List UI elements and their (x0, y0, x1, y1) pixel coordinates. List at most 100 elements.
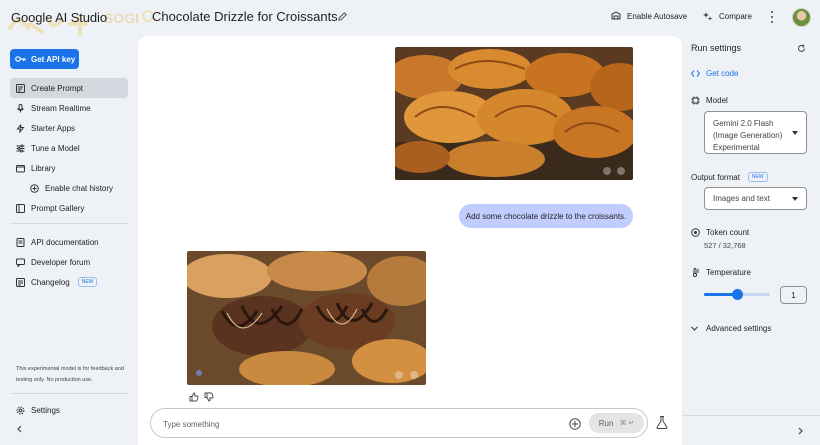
left-sidebar: Get API key Create Prompt Stream Realtim… (0, 36, 138, 445)
sidebar-link-changelog[interactable]: Changelog NEW (10, 272, 128, 292)
model-icon (691, 96, 700, 105)
thumbs-up-icon[interactable] (189, 392, 199, 402)
sidebar-item-label: Settings (31, 405, 60, 415)
gear-icon (16, 406, 25, 414)
advanced-settings-toggle[interactable]: Advanced settings (691, 324, 771, 333)
experimental-disclaimer: This experimental model is for feedback … (16, 366, 124, 383)
temperature-label-text: Temperature (706, 268, 751, 277)
prompt-input-bar: Run ⌘ ↵ (150, 408, 648, 438)
code-icon (691, 70, 700, 77)
edit-title-icon[interactable] (337, 11, 348, 22)
model-label-text: Model (706, 96, 728, 105)
run-settings-title: Run settings (691, 43, 742, 53)
model-value-line-2: (Image Generation) (713, 131, 783, 140)
app-brand[interactable]: Google AI Studio (11, 10, 107, 25)
reset-icon[interactable] (797, 44, 806, 53)
run-settings-panel: Run settings Get code Model Gemini 2.0 F… (682, 36, 820, 445)
sidebar-link-label: Changelog (31, 277, 70, 287)
sidebar-item-label: Create Prompt (31, 83, 84, 93)
run-shortcut: ⌘ ↵ (619, 420, 635, 427)
sidebar-link-developer-forum[interactable]: Developer forum (10, 252, 128, 272)
thumbs-down-icon[interactable] (204, 392, 214, 402)
dropdown-arrow-icon (792, 197, 798, 201)
bolt-icon (16, 123, 25, 133)
sidebar-item-create-prompt[interactable]: Create Prompt (10, 78, 128, 98)
sidebar-link-label: Developer forum (31, 257, 91, 267)
save-icon (611, 11, 621, 20)
sidebar-item-label: Library (31, 163, 56, 173)
new-badge: NEW (77, 277, 98, 287)
library-icon (16, 164, 25, 172)
get-code-label: Get code (706, 69, 739, 78)
compare-label: Compare (719, 11, 752, 21)
sidebar-item-settings[interactable]: Settings (10, 400, 128, 420)
sidebar-item-label: Stream Realtime (31, 103, 91, 113)
generated-croissant-image[interactable] (187, 251, 426, 385)
enable-autosave-button[interactable]: Enable Autosave (611, 11, 687, 21)
output-format-label: Output format NEW (691, 172, 768, 182)
token-count-value: 527 / 32,768 (704, 241, 746, 250)
thermometer-icon (692, 268, 699, 277)
sidebar-item-label: Tune a Model (31, 143, 80, 153)
collapse-panel-icon[interactable] (796, 427, 804, 435)
run-button[interactable]: Run ⌘ ↵ (589, 413, 644, 433)
output-format-value: Images and text (713, 194, 770, 203)
create-prompt-icon (16, 83, 25, 93)
sidebar-link-api-documentation[interactable]: API documentation (10, 232, 128, 252)
top-header: SOGI Google AI Studio Chocolate Drizzle … (0, 0, 820, 36)
sidebar-item-enable-chat-history[interactable]: Enable chat history (24, 178, 128, 198)
dropdown-arrow-icon (792, 131, 798, 135)
sidebar-item-label: Starter Apps (31, 123, 76, 133)
chevron-down-icon (691, 326, 698, 331)
temperature-label: Temperature (691, 268, 751, 277)
uploaded-croissant-image[interactable] (395, 47, 633, 180)
user-message-text: Add some chocolate drizzle to the croiss… (465, 211, 627, 221)
more-options-icon[interactable] (767, 11, 777, 23)
chat-panel: Add some chocolate drizzle to the croiss… (138, 36, 682, 445)
panel-divider (682, 415, 820, 416)
temperature-slider[interactable] (704, 289, 770, 300)
model-value-line-1: Gemini 2.0 Flash (713, 119, 774, 128)
documentation-icon (16, 237, 25, 247)
add-history-icon (30, 183, 39, 193)
get-api-key-label: Get API key (31, 54, 76, 64)
key-icon (15, 56, 26, 62)
avatar[interactable] (792, 8, 811, 27)
enable-autosave-label: Enable Autosave (627, 11, 688, 21)
sidebar-item-prompt-gallery[interactable]: Prompt Gallery (10, 198, 128, 218)
temperature-input[interactable]: 1 (780, 286, 807, 304)
prompt-input[interactable] (163, 417, 543, 431)
temperature-slider-thumb[interactable] (732, 289, 743, 300)
output-format-select[interactable]: Images and text (704, 187, 807, 210)
microphone-icon (17, 103, 24, 112)
prompt-title: Chocolate Drizzle for Croissants (152, 9, 338, 24)
get-api-key-button[interactable]: Get API key (10, 49, 79, 69)
sidebar-link-label: API documentation (31, 237, 99, 247)
new-badge: NEW (747, 172, 768, 182)
sidebar-item-tune-model[interactable]: Tune a Model (10, 138, 128, 158)
compare-button[interactable]: Compare (703, 11, 752, 21)
watermark-text: SOGI (104, 10, 139, 26)
sidebar-item-stream-realtime[interactable]: Stream Realtime (10, 98, 128, 118)
sparkle-icon (703, 12, 713, 21)
flask-icon[interactable] (656, 416, 668, 429)
sidebar-divider (10, 223, 128, 224)
model-value-line-3: Experimental (713, 143, 760, 152)
sidebar-item-starter-apps[interactable]: Starter Apps (10, 118, 128, 138)
get-code-link[interactable]: Get code (691, 69, 738, 78)
run-label: Run (598, 418, 614, 428)
sidebar-item-library[interactable]: Library (10, 158, 128, 178)
collapse-sidebar-icon[interactable] (16, 425, 24, 433)
forum-icon (16, 258, 25, 267)
token-count-label: Token count (691, 228, 749, 237)
tune-icon (16, 144, 25, 152)
model-select[interactable]: Gemini 2.0 Flash (Image Generation) Expe… (704, 111, 807, 154)
model-label: Model (691, 96, 728, 105)
gallery-icon (16, 203, 25, 213)
sidebar-divider (10, 393, 128, 394)
token-count-label-text: Token count (706, 228, 750, 237)
add-media-icon[interactable] (569, 418, 581, 430)
user-message-bubble: Add some chocolate drizzle to the croiss… (459, 204, 633, 228)
token-icon (691, 228, 700, 237)
output-format-label-text: Output format (691, 172, 740, 182)
